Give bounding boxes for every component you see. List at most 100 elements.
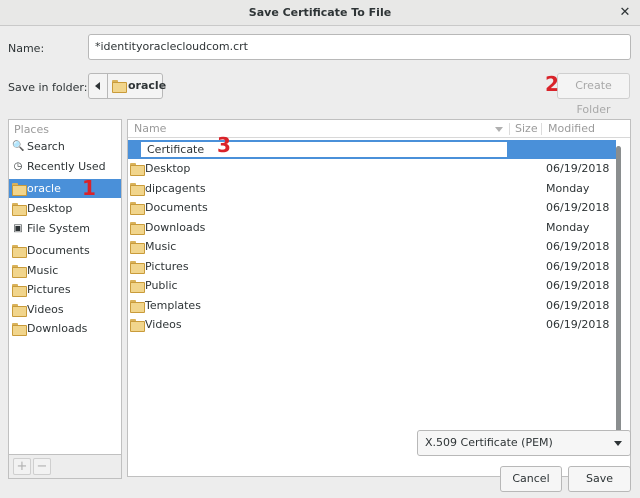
close-icon[interactable]: ✕ <box>616 4 634 22</box>
sidebar-item-downloads[interactable]: Downloads <box>9 319 121 338</box>
file-modified: 06/19/2018 <box>546 318 610 331</box>
file-list: Name Size Modified Certificate Desktop 0… <box>127 119 631 477</box>
file-modified: 06/19/2018 <box>546 260 610 273</box>
vertical-scrollbar[interactable] <box>616 146 621 450</box>
file-name: Desktop <box>145 162 191 175</box>
table-row[interactable]: dipcagents Monday <box>128 179 616 198</box>
sidebar-item-label: Pictures <box>27 283 71 296</box>
file-name: Pictures <box>145 260 189 273</box>
sidebar-item-search[interactable]: 🔍 Search <box>9 137 121 156</box>
column-modified[interactable]: Modified <box>548 122 595 135</box>
clock-icon: ◷ <box>13 161 23 172</box>
table-row[interactable]: Videos 06/19/2018 <box>128 315 616 334</box>
chevron-down-icon <box>614 441 622 446</box>
sidebar-item-label: Documents <box>27 244 90 257</box>
column-separator <box>509 123 510 135</box>
folder-icon <box>130 261 145 274</box>
sidebar-item-label: Videos <box>27 303 64 316</box>
table-row[interactable]: Downloads Monday <box>128 218 616 237</box>
column-name[interactable]: Name <box>134 122 166 135</box>
chevron-left-icon <box>95 82 100 90</box>
new-folder-row: Certificate <box>128 140 616 159</box>
folder-icon <box>12 304 27 317</box>
dialog-body: Name: *identityoraclecloudcom.crt Save i… <box>0 26 640 498</box>
folder-icon <box>130 163 145 176</box>
drive-icon: ▣ <box>13 223 23 234</box>
file-name: Public <box>145 279 178 292</box>
folder-icon <box>130 300 145 313</box>
add-bookmark-button[interactable]: + <box>13 458 31 475</box>
sort-descending-icon <box>495 127 503 132</box>
sidebar-toolbar: + − <box>8 455 122 479</box>
places-sidebar: Places 🔍 Search ◷ Recently Used oracle D… <box>8 119 122 455</box>
sidebar-item-file-system[interactable]: ▣ File System <box>9 219 121 238</box>
sidebar-item-desktop[interactable]: Desktop <box>9 199 121 218</box>
table-row[interactable]: Public 06/19/2018 <box>128 276 616 295</box>
folder-icon <box>130 202 145 215</box>
folder-icon <box>130 222 145 235</box>
save-button[interactable]: Save <box>568 466 631 492</box>
new-folder-name-input[interactable]: Certificate <box>140 141 508 158</box>
folder-icon <box>12 265 27 278</box>
annotation-marker-1: 1 <box>82 176 96 200</box>
table-row[interactable]: Pictures 06/19/2018 <box>128 257 616 276</box>
sidebar-item-label: oracle <box>27 182 61 195</box>
name-input[interactable]: *identityoraclecloudcom.crt <box>88 34 631 60</box>
sidebar-item-label: Downloads <box>27 322 88 335</box>
file-modified: 06/19/2018 <box>546 162 610 175</box>
folder-icon <box>130 241 145 254</box>
file-name: Templates <box>145 299 201 312</box>
path-back-button[interactable] <box>88 73 108 99</box>
table-row[interactable]: Music 06/19/2018 <box>128 237 616 256</box>
file-modified: 06/19/2018 <box>546 299 610 312</box>
search-icon: 🔍 <box>12 141 25 152</box>
folder-icon <box>12 203 27 216</box>
sidebar-item-label: Search <box>27 140 65 153</box>
file-name: Music <box>145 240 177 253</box>
folder-icon <box>130 183 145 196</box>
file-modified: Monday <box>546 182 590 195</box>
file-list-header: Name Size Modified <box>128 120 630 138</box>
file-name: Downloads <box>145 221 206 234</box>
table-row[interactable]: Desktop 06/19/2018 <box>128 159 616 178</box>
file-name: dipcagents <box>145 182 206 195</box>
file-name: Documents <box>145 201 208 214</box>
file-name: Videos <box>145 318 182 331</box>
sidebar-item-videos[interactable]: Videos <box>9 300 121 319</box>
sidebar-item-documents[interactable]: Documents <box>9 241 121 260</box>
sidebar-item-music[interactable]: Music <box>9 261 121 280</box>
file-type-value: X.509 Certificate (PEM) <box>425 436 553 449</box>
path-segment-label: oracle <box>128 79 167 92</box>
places-heading: Places <box>14 123 49 136</box>
table-row[interactable]: Templates 06/19/2018 <box>128 296 616 315</box>
folder-icon <box>12 323 27 336</box>
folder-icon <box>12 245 27 258</box>
column-separator <box>541 123 542 135</box>
sidebar-item-label: Music <box>27 264 59 277</box>
folder-icon <box>12 284 27 297</box>
folder-icon <box>130 319 145 332</box>
annotation-marker-3: 3 <box>217 133 231 157</box>
sidebar-item-label: Recently Used <box>27 160 106 173</box>
sidebar-item-label: Desktop <box>27 202 73 215</box>
home-folder-icon <box>112 80 127 93</box>
title-bar: Save Certificate To File ✕ <box>0 0 640 26</box>
cancel-button[interactable]: Cancel <box>500 466 562 492</box>
file-modified: Monday <box>546 221 590 234</box>
folder-icon <box>130 280 145 293</box>
sidebar-item-label: File System <box>27 222 90 235</box>
window-title: Save Certificate To File <box>248 6 392 19</box>
file-modified: 06/19/2018 <box>546 201 610 214</box>
annotation-marker-2: 2 <box>545 72 559 96</box>
sidebar-item-recently-used[interactable]: ◷ Recently Used <box>9 157 121 176</box>
file-modified: 06/19/2018 <box>546 240 610 253</box>
table-row[interactable]: Documents 06/19/2018 <box>128 198 616 217</box>
column-size[interactable]: Size <box>515 122 538 135</box>
sidebar-item-oracle[interactable]: oracle <box>9 179 121 198</box>
save-in-folder-label: Save in folder: <box>8 81 88 94</box>
file-type-select[interactable]: X.509 Certificate (PEM) <box>417 430 631 456</box>
sidebar-item-pictures[interactable]: Pictures <box>9 280 121 299</box>
remove-bookmark-button[interactable]: − <box>33 458 51 475</box>
create-folder-button[interactable]: Create Folder <box>557 73 630 116</box>
path-segment-oracle[interactable]: oracle <box>107 73 167 99</box>
